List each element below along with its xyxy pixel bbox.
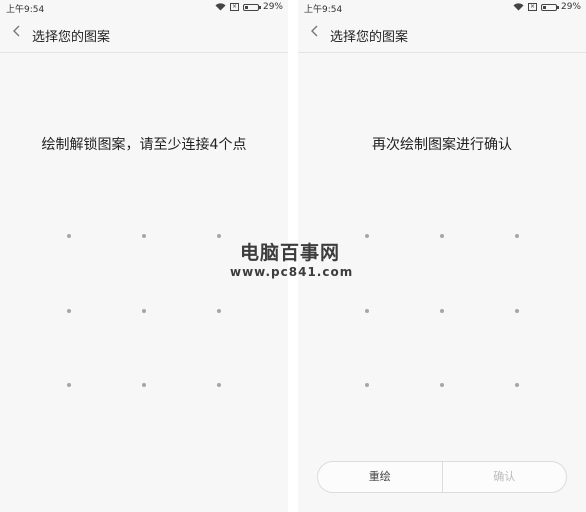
pattern-screen-confirm: 上午9:54 × 29% 选择您的图案 再次绘制图案进行确认 重绘 确认 [298,0,586,512]
confirm-button[interactable]: 确认 [443,462,567,492]
pattern-dot[interactable] [67,234,71,238]
pattern-dot[interactable] [515,309,519,313]
pattern-grid[interactable] [298,0,586,512]
pattern-dot[interactable] [142,383,146,387]
pattern-dot[interactable] [142,234,146,238]
pattern-dot[interactable] [217,309,221,313]
pattern-screen-first: 上午9:54 × 29% 选择您的图案 绘制解锁图案，请至少连接4个点 [0,0,288,512]
pattern-dot[interactable] [217,383,221,387]
pattern-dot[interactable] [440,309,444,313]
pattern-dot[interactable] [440,383,444,387]
pattern-dot[interactable] [365,309,369,313]
action-button-bar: 重绘 确认 [317,461,567,493]
pattern-dot[interactable] [67,309,71,313]
pattern-dot[interactable] [365,383,369,387]
pattern-dot[interactable] [217,234,221,238]
redraw-button[interactable]: 重绘 [318,462,443,492]
pattern-dot[interactable] [440,234,444,238]
pattern-dot[interactable] [515,383,519,387]
pattern-grid[interactable] [0,0,288,512]
pattern-dot[interactable] [515,234,519,238]
pattern-dot[interactable] [142,309,146,313]
pattern-dot[interactable] [67,383,71,387]
pattern-dot[interactable] [365,234,369,238]
